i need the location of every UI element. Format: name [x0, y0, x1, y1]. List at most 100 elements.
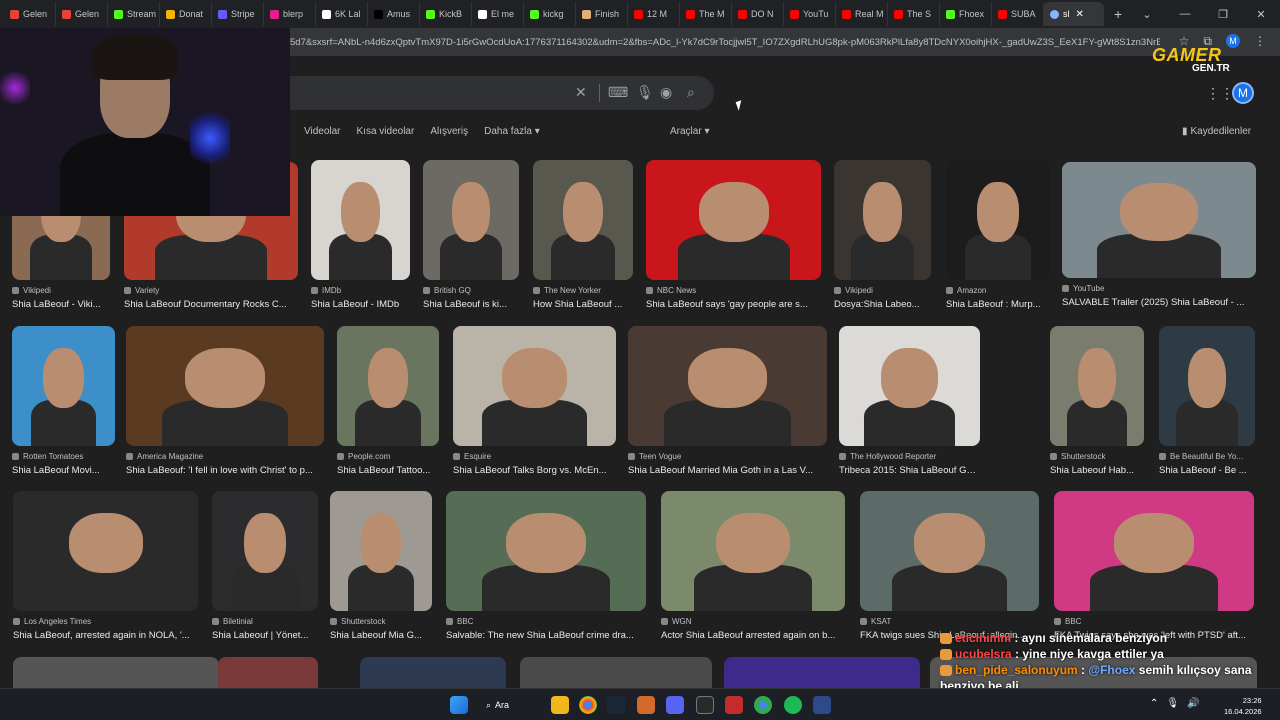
browser-tab[interactable]: Real M: [836, 2, 888, 26]
browser-tab[interactable]: Fhoex: [940, 2, 992, 26]
result-thumbnail[interactable]: [661, 491, 845, 611]
browser-tab[interactable]: Stream: [108, 2, 160, 26]
app-icon[interactable]: [725, 696, 743, 714]
result-thumbnail[interactable]: [453, 326, 616, 446]
result-thumbnail[interactable]: [946, 160, 1050, 280]
browser-tab[interactable]: SUBA: [992, 2, 1044, 26]
browser-tab[interactable]: Finish: [576, 2, 628, 26]
result-thumbnail[interactable]: [1050, 326, 1144, 446]
minimize-icon[interactable]: —: [1166, 8, 1204, 20]
image-result[interactable]: Shutterstock Shia Labeouf Hab...: [1050, 326, 1144, 476]
image-result[interactable]: Amazon Shia LaBeouf : Murp...: [946, 160, 1050, 310]
browser-tab[interactable]: Gelen: [4, 2, 56, 26]
clear-icon[interactable]: ✕: [575, 84, 587, 101]
result-title[interactable]: Dosya:Shia Labeo...: [834, 299, 931, 310]
result-thumbnail[interactable]: [533, 160, 633, 280]
browser-tab[interactable]: Donat: [160, 2, 212, 26]
result-title[interactable]: Shia LaBeouf Documentary Rocks C...: [124, 299, 298, 310]
result-title[interactable]: Actor Shia LaBeouf arrested again on b..…: [661, 630, 845, 641]
image-result[interactable]: [218, 657, 318, 688]
chevron-up-icon[interactable]: ⌃: [1150, 698, 1158, 709]
image-result[interactable]: [724, 657, 920, 688]
image-result[interactable]: Teen Vogue Shia LaBeouf Married Mia Goth …: [628, 326, 827, 476]
result-title[interactable]: Shia LaBeouf - Viki...: [12, 299, 110, 310]
image-result[interactable]: YouTube SALVABLE Trailer (2025) Shia LaBe…: [1062, 162, 1256, 308]
result-title[interactable]: Shia LaBeouf, arrested again in NOLA, '.…: [13, 630, 198, 641]
url-text[interactable]: 5d7&sxsrf=ANbL-n4d6zxQptvTmX97D-1i5rGwOc…: [290, 37, 1160, 48]
microphone-icon[interactable]: 🎙: [1166, 698, 1179, 709]
result-thumbnail[interactable]: [834, 160, 931, 280]
filter-tab[interactable]: Kısa videolar: [357, 126, 415, 137]
result-title[interactable]: Tribeca 2015: Shia LaBeouf Gets Candid .…: [839, 465, 980, 476]
browser-tab[interactable]: KickB: [420, 2, 472, 26]
browser-tab[interactable]: kickg: [524, 2, 576, 26]
image-result[interactable]: KSAT FKA twigs sues Shia LaBeouf, allegin…: [860, 491, 1039, 641]
result-thumbnail[interactable]: [360, 657, 506, 688]
clock[interactable]: 23:26 16.04.2026: [1224, 695, 1262, 717]
browser-tab[interactable]: Amus: [368, 2, 420, 26]
result-thumbnail[interactable]: [423, 160, 519, 280]
browser-tab[interactable]: The M: [680, 2, 732, 26]
image-result[interactable]: [360, 657, 506, 688]
tools-menu[interactable]: Araçlar ▾: [670, 126, 709, 137]
browser-tab[interactable]: Gelen: [56, 2, 108, 26]
result-title[interactable]: Shia LaBeouf Movi...: [12, 465, 115, 476]
image-result[interactable]: [13, 657, 219, 688]
account-avatar[interactable]: M: [1232, 82, 1254, 104]
image-result[interactable]: WGN Actor Shia LaBeouf arrested again on …: [661, 491, 845, 641]
spotify-icon[interactable]: [784, 696, 802, 714]
result-title[interactable]: Shia Labeouf Mia G...: [330, 630, 432, 641]
image-result[interactable]: People.com Shia LaBeouf Tattoo...: [337, 326, 439, 476]
image-result[interactable]: The New Yorker How Shia LaBeouf ...: [533, 160, 633, 310]
filter-tab[interactable]: Videolar: [304, 126, 341, 137]
result-title[interactable]: Shia LaBeouf : Murp...: [946, 299, 1050, 310]
image-result[interactable]: Esquire Shia LaBeouf Talks Borg vs. McEn.…: [453, 326, 616, 476]
result-title[interactable]: Shia LaBeouf - Be ...: [1159, 465, 1255, 476]
image-result[interactable]: Biletinial Shia Labeouf | Yönet...: [212, 491, 318, 641]
image-result[interactable]: Shutterstock Shia Labeouf Mia G...: [330, 491, 432, 641]
image-result[interactable]: BBC Salvable: The new Shia LaBeouf crime …: [446, 491, 646, 641]
browser-tab[interactable]: The S: [888, 2, 940, 26]
browser-tab[interactable]: 12 M: [628, 2, 680, 26]
result-title[interactable]: SALVABLE Trailer (2025) Shia LaBeouf - .…: [1062, 297, 1256, 308]
chevron-down-icon[interactable]: ⌄: [1128, 8, 1166, 21]
close-tab-icon[interactable]: ✕: [1076, 9, 1084, 20]
image-result[interactable]: IMDb Shia LaBeouf - IMDb: [311, 160, 410, 310]
result-thumbnail[interactable]: [1054, 491, 1254, 611]
result-thumbnail[interactable]: [860, 491, 1039, 611]
result-title[interactable]: Shia LaBeouf says 'gay people are s...: [646, 299, 821, 310]
microphone-icon[interactable]: 🎙: [636, 84, 654, 101]
image-result[interactable]: The Hollywood Reporter Tribeca 2015: Shia…: [839, 326, 980, 476]
result-thumbnail[interactable]: [212, 491, 318, 611]
result-title[interactable]: Shia LaBeouf Tattoo...: [337, 465, 439, 476]
taskbar-search[interactable]: ⌕ Ara: [486, 696, 534, 714]
result-thumbnail[interactable]: [13, 657, 219, 688]
result-thumbnail[interactable]: [126, 326, 324, 446]
result-title[interactable]: Shia Labeouf Hab...: [1050, 465, 1144, 476]
result-thumbnail[interactable]: [330, 491, 432, 611]
result-thumbnail[interactable]: [646, 160, 821, 280]
browser-tab[interactable]: DO N: [732, 2, 784, 26]
chrome-icon[interactable]: [579, 696, 597, 714]
image-result[interactable]: America Magazine Shia LaBeouf: 'I fell in…: [126, 326, 324, 476]
result-thumbnail[interactable]: [839, 326, 980, 446]
image-result[interactable]: [520, 657, 712, 688]
image-result[interactable]: British GQ Shia LaBeouf is ki...: [423, 160, 519, 310]
browser-tab[interactable]: Stripe: [212, 2, 264, 26]
result-thumbnail[interactable]: [1159, 326, 1255, 446]
result-thumbnail[interactable]: [724, 657, 920, 688]
filter-tab[interactable]: Alışveriş: [430, 126, 468, 137]
chrome-profile-icon[interactable]: [754, 696, 772, 714]
result-title[interactable]: Shia LaBeouf - IMDb: [311, 299, 410, 310]
result-title[interactable]: Shia LaBeouf Talks Borg vs. McEn...: [453, 465, 616, 476]
browser-tab-active[interactable]: sl ✕: [1044, 2, 1104, 26]
image-result[interactable]: NBC News Shia LaBeouf says 'gay people ar…: [646, 160, 821, 310]
discord-icon[interactable]: [666, 696, 684, 714]
browser-tab[interactable]: YouTu: [784, 2, 836, 26]
result-thumbnail[interactable]: [311, 160, 410, 280]
windows-start-icon[interactable]: [450, 696, 468, 714]
browser-tab[interactable]: 6K Lal: [316, 2, 368, 26]
steam-icon[interactable]: [607, 696, 625, 714]
result-thumbnail[interactable]: [218, 657, 318, 688]
result-thumbnail[interactable]: [446, 491, 646, 611]
